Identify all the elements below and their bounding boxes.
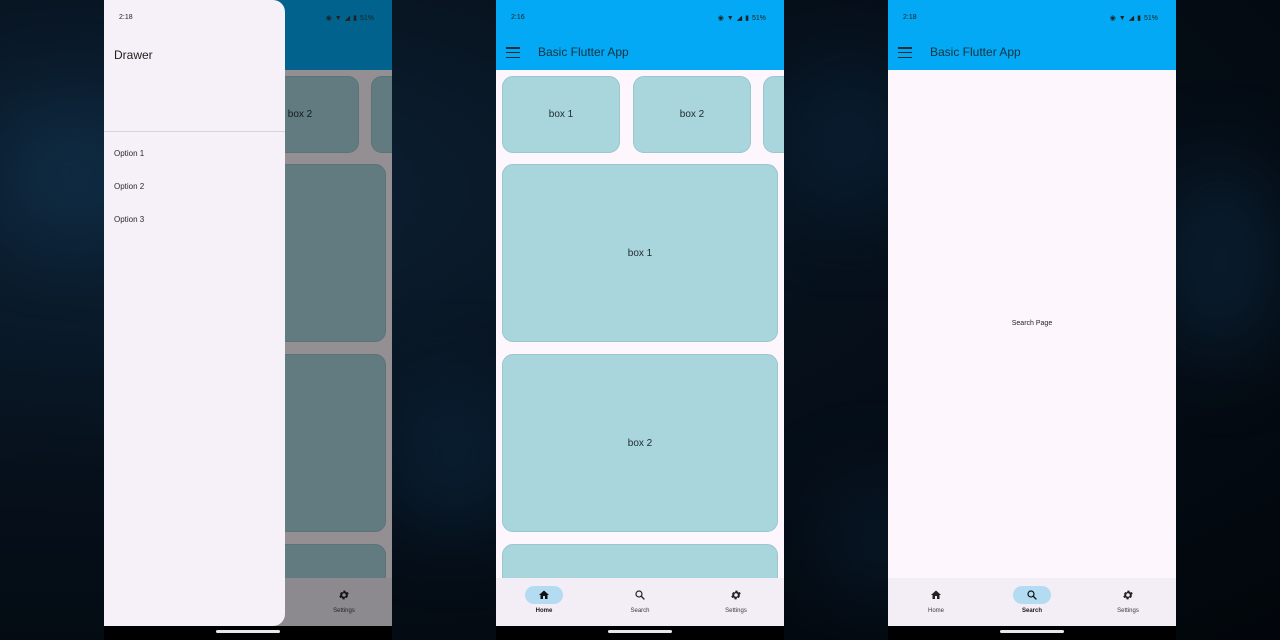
row-box-3[interactable] xyxy=(763,76,784,153)
nav-item-search[interactable]: Search xyxy=(592,586,688,614)
status-time: 2:18 xyxy=(903,14,917,21)
nav-label: Home xyxy=(927,608,944,614)
battery-icon: ▮ xyxy=(745,15,749,22)
drawer-option-2[interactable]: Option 2 xyxy=(114,182,144,191)
home-icon xyxy=(539,590,549,599)
phone-screen-home: 2:16 ◉ ▼ ◢ ▮ 51% Basic Flutter App box 1… xyxy=(496,0,784,640)
eye-icon: ◉ xyxy=(717,15,724,22)
signal-icon: ◢ xyxy=(736,15,743,22)
drawer-divider xyxy=(104,131,285,132)
battery-icon: ▮ xyxy=(353,15,357,22)
wifi-icon: ▼ xyxy=(334,14,342,22)
list-box-2[interactable]: box 2 xyxy=(502,354,778,532)
navigation-drawer: 2:18 Drawer Option 1 Option 2 Option 3 xyxy=(104,0,285,626)
status-icons-area: ◉ ▼ ◢ ▮ 51% xyxy=(285,0,392,35)
nav-indicator xyxy=(1013,586,1051,604)
gesture-bar[interactable] xyxy=(216,630,280,633)
gear-icon xyxy=(1123,590,1133,600)
app-bar: 2:18 ◉ ▼ ◢ ▮ 51% Basic Flutter App xyxy=(888,0,1176,70)
eye-icon: ◉ xyxy=(1109,15,1116,22)
box-label: box 1 xyxy=(627,247,653,259)
box-label: box 1 xyxy=(548,109,574,120)
list-box-1[interactable]: box 1 xyxy=(502,164,778,342)
nav-indicator xyxy=(621,586,659,604)
nav-item-search[interactable]: Search xyxy=(984,586,1080,614)
box-label: box 2 xyxy=(627,437,653,449)
signal-icon: ◢ xyxy=(1128,15,1135,22)
nav-label: Settings xyxy=(725,608,747,614)
status-time: 2:16 xyxy=(511,14,525,21)
battery-level: 51% xyxy=(1143,14,1158,22)
bottom-navigation: Home Search Settings xyxy=(496,578,784,626)
nav-label: Search xyxy=(630,608,650,614)
screen: box 2 Settings 2:18 Drawer Option 1 Opti… xyxy=(104,0,392,626)
search-icon xyxy=(1027,590,1037,600)
box-label: box 2 xyxy=(679,109,705,120)
row-box-2[interactable]: box 2 xyxy=(633,76,751,153)
nav-item-settings[interactable]: Settings xyxy=(1080,586,1176,614)
bottom-navigation: Home Search Settings xyxy=(888,578,1176,626)
nav-item-settings[interactable]: Settings xyxy=(688,586,784,614)
nav-indicator xyxy=(1109,586,1147,604)
app-bar-title: Basic Flutter App xyxy=(930,45,1021,59)
home-icon xyxy=(931,590,941,599)
nav-indicator xyxy=(717,586,755,604)
nav-item-home[interactable]: Home xyxy=(888,586,984,614)
phone-screen-search: 2:18 ◉ ▼ ◢ ▮ 51% Basic Flutter App Searc… xyxy=(888,0,1176,640)
status-bar: 2:16 ◉ ▼ ◢ ▮ 51% xyxy=(496,0,784,35)
list-box-3[interactable] xyxy=(502,544,778,578)
gesture-bar[interactable] xyxy=(1000,630,1064,633)
app-bar-title: Basic Flutter App xyxy=(538,45,629,59)
nav-label: Search xyxy=(1021,608,1042,614)
nav-label: Home xyxy=(535,608,553,614)
search-content: Search Page xyxy=(888,70,1176,578)
search-icon xyxy=(635,590,645,600)
battery-level: 51% xyxy=(751,14,766,22)
wifi-icon: ▼ xyxy=(1118,14,1126,22)
row-box-1[interactable]: box 1 xyxy=(502,76,620,153)
nav-indicator xyxy=(525,586,563,604)
phone-screen-drawer: box 2 Settings 2:18 Drawer Option 1 Opti… xyxy=(104,0,392,640)
status-time: 2:18 xyxy=(119,14,133,21)
battery-level: 51% xyxy=(359,14,374,22)
drawer-title: Drawer xyxy=(114,48,153,62)
status-bar: 2:18 ◉ ▼ ◢ ▮ 51% xyxy=(888,0,1176,35)
home-content: box 1 box 2 box 1 box 2 xyxy=(496,70,784,578)
screen: 2:18 ◉ ▼ ◢ ▮ 51% Basic Flutter App Searc… xyxy=(888,0,1176,626)
drawer-option-3[interactable]: Option 3 xyxy=(114,215,144,224)
eye-icon: ◉ xyxy=(325,15,332,22)
search-page-text: Search Page xyxy=(1011,320,1053,327)
nav-label: Settings xyxy=(1117,608,1139,614)
app-bar: 2:16 ◉ ▼ ◢ ▮ 51% Basic Flutter App xyxy=(496,0,784,70)
gear-icon xyxy=(731,590,741,600)
screen: 2:16 ◉ ▼ ◢ ▮ 51% Basic Flutter App box 1… xyxy=(496,0,784,626)
drawer-option-1[interactable]: Option 1 xyxy=(114,149,144,158)
wifi-icon: ▼ xyxy=(726,14,734,22)
signal-icon: ◢ xyxy=(344,15,351,22)
menu-icon[interactable] xyxy=(898,47,912,59)
battery-icon: ▮ xyxy=(1137,15,1141,22)
gesture-bar[interactable] xyxy=(608,630,672,633)
nav-indicator xyxy=(917,586,955,604)
menu-icon[interactable] xyxy=(506,47,520,59)
nav-item-home[interactable]: Home xyxy=(496,586,592,614)
